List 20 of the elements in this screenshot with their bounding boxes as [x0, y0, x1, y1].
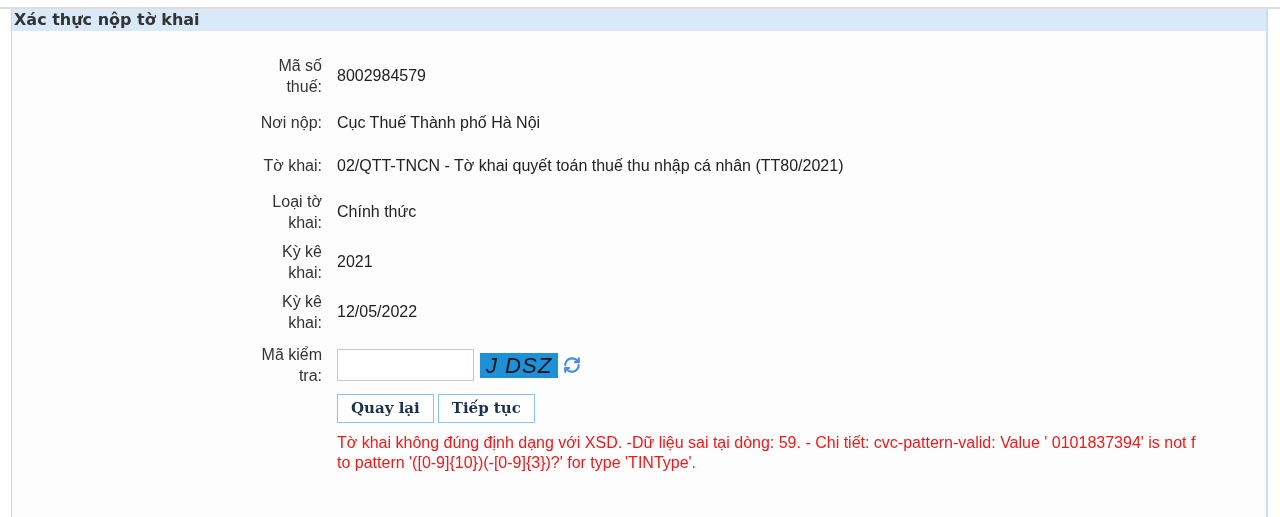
field-label: Loại tờ khai:	[271, 192, 322, 233]
field-value: 12/05/2022	[337, 302, 418, 322]
panel-title: Xác thực nộp tờ khai	[14, 9, 200, 31]
field-label: Mã kiểm tra:	[260, 345, 322, 386]
field-value: 02/QTT-TNCN - Tờ khai quyết toán thuế thu nhập cá nhân (TT80/2021)	[337, 155, 844, 176]
captcha-input[interactable]	[337, 349, 474, 381]
field-label: Kỳ kê khai:	[281, 242, 322, 283]
field-value: Chính thức	[337, 202, 417, 222]
field-value: 2021	[337, 252, 373, 272]
field-label: Tờ khai:	[262, 156, 322, 176]
form-button[interactable]: Quay lại	[337, 394, 434, 423]
refresh-icon[interactable]	[563, 356, 582, 374]
form-button[interactable]: Tiếp tục	[437, 394, 535, 423]
field-label: Kỳ kê khai:	[281, 292, 322, 333]
field-value: 8002984579	[337, 66, 426, 86]
field-label: Mã số thuế:	[277, 56, 322, 97]
field-label: Nơi nộp:	[259, 113, 322, 133]
field-value: Cục Thuế Thành phố Hà Nội	[337, 112, 541, 133]
captcha-image: J DSZ	[480, 352, 559, 378]
error-message: Tờ khai không đúng định dạng với XSD. -Dữ liệu sai tại dòng: 59. - Chi tiết: cvc-pattern-valid: Value ' 0101837394' is not f to pattern '([0-9]{10})(-[0-9]{3})?' for type 'TINType'.	[337, 433, 1197, 473]
